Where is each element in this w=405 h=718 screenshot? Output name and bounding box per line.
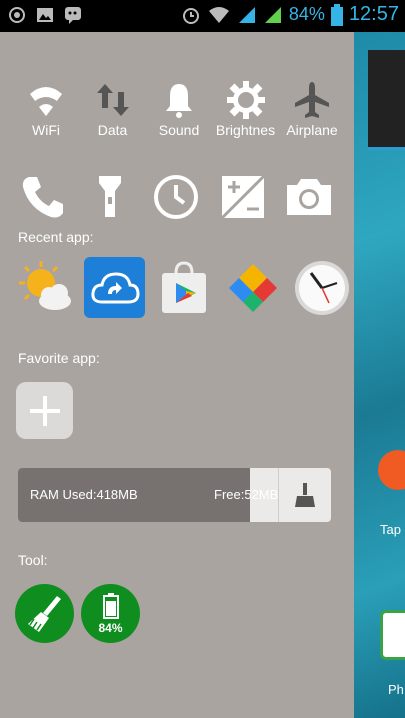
sun-gear-icon — [226, 81, 265, 119]
phone-icon — [22, 177, 63, 218]
flashlight-icon — [98, 176, 121, 217]
airplane-icon — [295, 82, 329, 118]
toggle-label: Brightnes — [215, 122, 276, 138]
bbm-icon — [65, 7, 81, 24]
toggle-label: WiFi — [32, 122, 60, 138]
toggle-label: Airplane — [286, 122, 338, 138]
battery-icon — [330, 3, 343, 26]
play-store-icon — [161, 260, 206, 313]
add-favorite-button[interactable] — [16, 382, 73, 439]
battery-tool[interactable]: 84% — [81, 584, 140, 643]
tools-row: 84% — [15, 584, 140, 643]
app-icon-tap[interactable] — [378, 450, 405, 490]
signal-icon — [238, 6, 255, 23]
app-icon-phone[interactable] — [380, 610, 405, 660]
quick-panel: WiFi Data Sound Brightnes Airplane Recen… — [0, 32, 354, 718]
battery-icon — [102, 592, 119, 619]
battery-percent: 84% — [288, 4, 325, 24]
favorite-apps-label: Favorite app: — [18, 350, 100, 366]
recent-apps-label: Recent app: — [18, 229, 94, 245]
phone-button[interactable] — [16, 170, 70, 224]
home-widget — [368, 50, 405, 150]
recent-app-clock[interactable] — [291, 257, 352, 318]
broom-icon — [295, 483, 315, 507]
camera-button[interactable] — [282, 170, 336, 224]
battery-tool-percent: 84% — [98, 620, 123, 635]
ram-usage-bar: RAM Used:418MB Free:52MB — [18, 468, 331, 522]
toggle-wifi[interactable]: WiFi — [14, 80, 78, 138]
ram-free-label: Free:52MB — [214, 487, 279, 502]
cloud-sync-icon — [90, 271, 140, 303]
toggle-label: Sound — [158, 122, 200, 138]
quick-tool-row — [16, 170, 336, 224]
tool-label: Tool: — [18, 552, 48, 568]
google-wallet-icon — [228, 263, 277, 312]
toggle-sound[interactable]: Sound — [147, 80, 211, 138]
bell-icon — [166, 84, 192, 118]
clean-ram-button[interactable] — [278, 468, 331, 522]
home-app-label: Tap — [380, 522, 401, 537]
flashlight-button[interactable] — [83, 170, 137, 224]
weather-icon — [18, 260, 71, 310]
clock-app-icon — [294, 260, 349, 315]
toggle-brightness[interactable]: Brightnes — [214, 80, 278, 138]
toggle-label: Data — [97, 122, 128, 138]
circle-icon — [9, 7, 25, 23]
broom-icon — [27, 595, 61, 632]
signal-icon — [264, 6, 281, 23]
plus-icon — [29, 395, 60, 426]
recent-app-cloud[interactable] — [84, 257, 145, 318]
memory-clean-tool[interactable] — [15, 584, 74, 643]
camera-icon — [287, 179, 331, 215]
status-bar: 84% 12:57 — [0, 0, 405, 32]
toggle-airplane[interactable]: Airplane — [280, 80, 344, 138]
wifi-icon — [208, 6, 229, 23]
recent-app-wallet[interactable] — [222, 257, 283, 318]
calculator-button[interactable] — [216, 170, 270, 224]
quick-toggle-row: WiFi Data Sound Brightnes Airplane — [14, 80, 344, 138]
clock-button[interactable] — [149, 170, 203, 224]
clock-icon — [154, 175, 198, 219]
alarm-icon — [182, 7, 199, 24]
data-arrows-icon — [96, 84, 129, 116]
wifi-icon — [30, 87, 62, 116]
recent-apps-row — [15, 257, 352, 318]
clock-time: 12:57 — [348, 3, 399, 25]
home-app-label: Ph — [388, 682, 404, 697]
toggle-data[interactable]: Data — [81, 80, 145, 138]
recent-app-weather[interactable] — [15, 257, 76, 318]
ram-used-label: RAM Used:418MB — [30, 487, 138, 502]
image-icon — [37, 8, 53, 22]
calculator-icon — [220, 174, 265, 220]
recent-app-play-store[interactable] — [153, 257, 214, 318]
home-screen-peek[interactable]: Tap Ph — [354, 32, 405, 718]
